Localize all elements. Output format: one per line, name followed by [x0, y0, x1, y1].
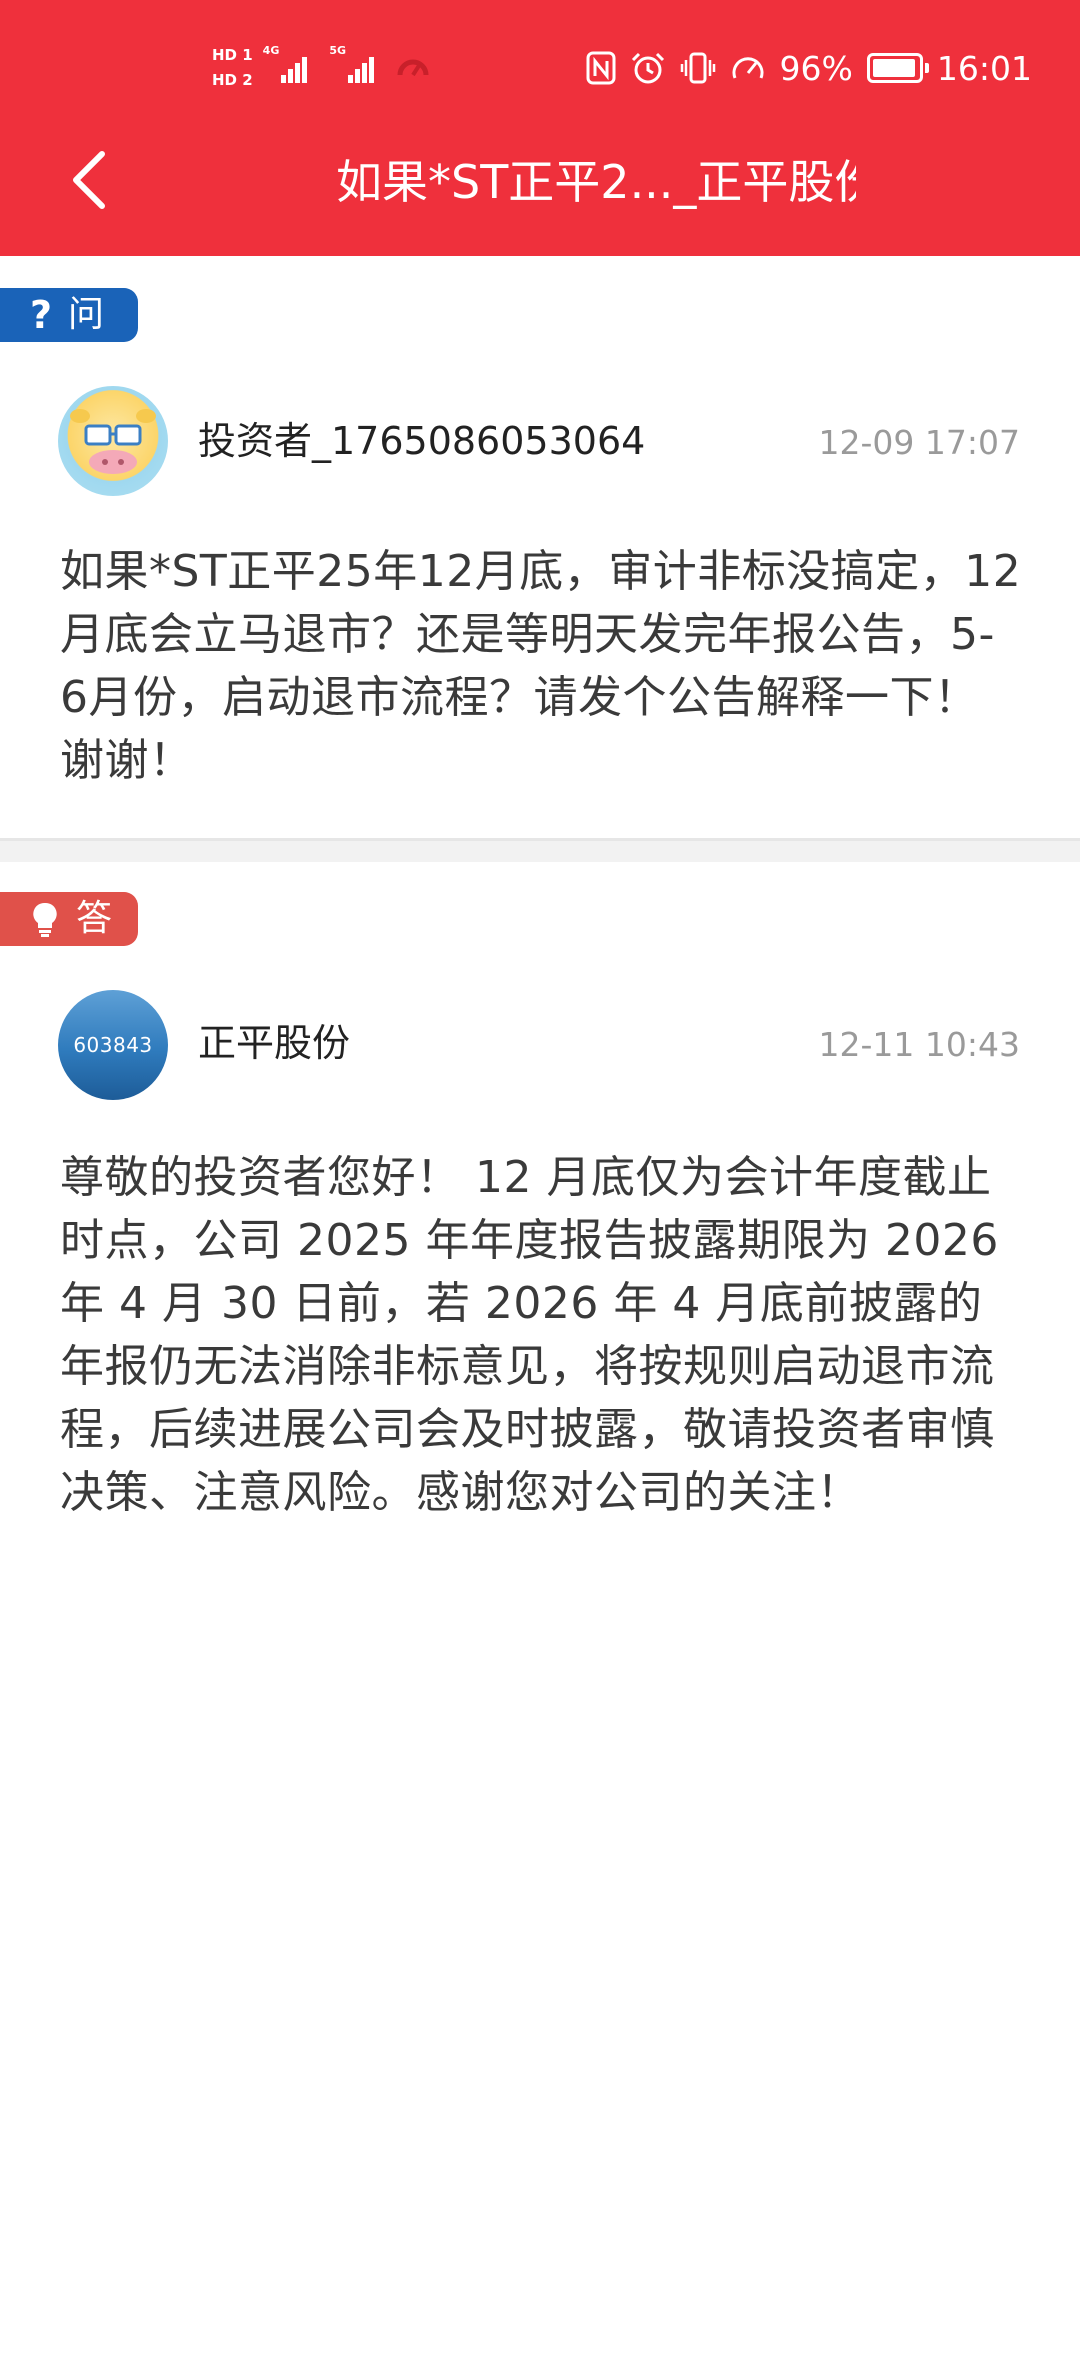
lightbulb-icon	[33, 902, 57, 937]
question-tag: ? 问	[0, 288, 138, 342]
question-section: ? 问 投资者_1765086053064 12-09 17:07 如果*ST正…	[0, 256, 1080, 838]
battery-percent: 96%	[779, 48, 853, 88]
battery-fill	[872, 59, 916, 77]
answer-author: 正平股份	[198, 1021, 351, 1065]
nfc-icon	[586, 51, 616, 85]
app-header: HD 1 HD 2 4G 5G 96% 16:01 如果*ST正平2..._正平…	[0, 0, 1080, 256]
signal-strength-icon	[281, 53, 313, 83]
hd2-indicator: HD 2	[212, 71, 253, 89]
hd1-indicator: HD 1	[212, 46, 253, 64]
answer-time: 12-11 10:43	[818, 1025, 1020, 1064]
hd-indicators: HD 1 HD 2	[212, 46, 253, 90]
nav-bar: 如果*ST正平2..._正平股份	[0, 120, 1080, 240]
investor-avatar[interactable]	[58, 386, 168, 496]
clock: 16:01	[936, 48, 1032, 88]
network-type-1: 4G	[262, 44, 280, 57]
alarm-icon	[631, 52, 664, 84]
question-time: 12-09 17:07	[818, 423, 1020, 462]
status-bar: HD 1 HD 2 4G 5G 96% 16:01	[0, 30, 1080, 110]
question-mark-icon: ?	[30, 293, 53, 337]
answer-text: 尊敬的投资者您好！ 12 月底仅为会计年度截止时点，公司 2025 年年度报告披…	[60, 1152, 999, 1518]
section-divider	[0, 838, 1080, 862]
speedometer-icon	[732, 57, 764, 79]
company-avatar[interactable]: 603843	[58, 990, 168, 1100]
answer-tag-label: 答	[76, 898, 113, 939]
battery-icon	[866, 53, 929, 83]
question-author: 投资者_1765086053064	[198, 419, 646, 463]
status-right-group: 96% 16:01	[586, 30, 1032, 106]
back-button[interactable]	[62, 148, 126, 212]
chevron-left-icon	[73, 151, 105, 209]
question-text: 如果*ST正平25年12月底，审计非标没搞定，12月底会立马退市？还是等明天发完…	[60, 546, 1022, 786]
network-type-2: 5G	[329, 44, 347, 57]
question-tag-label: 问	[68, 294, 105, 335]
answer-tag: 答	[0, 892, 138, 946]
data-saver-icon	[397, 59, 429, 77]
page-title: 如果*ST正平2..._正平股份	[336, 155, 856, 209]
cow-mascot-icon	[70, 409, 156, 474]
signal-strength-icon-2	[348, 53, 380, 83]
vibrate-icon	[680, 52, 715, 84]
status-left-group: HD 1 HD 2 4G 5G	[212, 38, 430, 98]
answer-section: 答 603843 正平股份 12-11 10:43 尊敬的投资者您好！ 12 月…	[0, 862, 1080, 1762]
